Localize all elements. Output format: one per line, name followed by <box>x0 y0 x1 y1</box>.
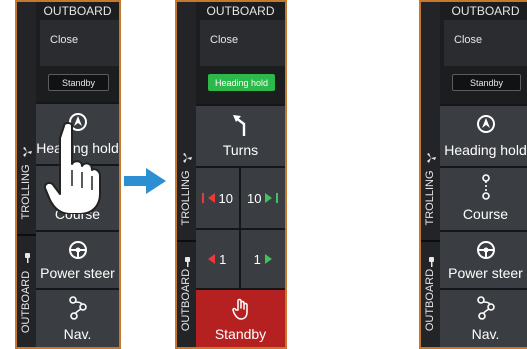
adjust-10-row: 10 10 <box>196 166 285 228</box>
panel-header: OUTBOARD <box>206 4 275 18</box>
panel-content: OUTBOARD Close Standby Heading hold Cour… <box>440 2 527 347</box>
side-rail: TROLLING OUTBOARD <box>421 2 440 347</box>
starboard-arrow-icon <box>264 254 272 264</box>
starboard-10-label: 10 <box>247 190 262 206</box>
nav-route-icon <box>68 296 87 320</box>
power-steer-button[interactable]: Power steer <box>36 230 119 288</box>
rail-label-trolling[interactable]: TROLLING <box>424 170 436 225</box>
rail-label-trolling[interactable]: TROLLING <box>20 164 32 219</box>
nav-button[interactable]: Nav. <box>36 288 119 347</box>
panel-header: OUTBOARD <box>451 4 520 18</box>
panel-header: OUTBOARD <box>43 4 112 18</box>
power-steer-label: Power steer <box>448 265 523 281</box>
power-steer-label: Power steer <box>40 265 115 281</box>
rail-label-trolling[interactable]: TROLLING <box>180 170 192 225</box>
starboard-arrow-icon <box>265 193 273 203</box>
port-10-label: 10 <box>218 190 233 206</box>
side-rail: TROLLING OUTBOARD <box>177 2 196 347</box>
nav-button[interactable]: Nav. <box>440 288 527 347</box>
heading-hold-icon <box>476 115 495 133</box>
port-limit-icon <box>201 193 204 203</box>
close-button[interactable]: Close <box>200 20 285 66</box>
course-label: Course <box>462 206 509 222</box>
nav-route-icon <box>476 296 495 320</box>
touch-hand-icon <box>44 122 101 214</box>
nav-label: Nav. <box>63 326 92 342</box>
heading-hold-label: Heading hold <box>444 142 527 158</box>
starboard-1-button[interactable]: 1 <box>241 230 286 288</box>
nav-label: Nav. <box>471 326 500 342</box>
port-1-button[interactable]: 1 <box>196 230 241 288</box>
rail-label-outboard[interactable]: OUTBOARD <box>20 271 32 333</box>
mode-indicator: Standby <box>452 74 521 91</box>
outboard-motor-icon <box>429 257 434 267</box>
starboard-10-button[interactable]: 10 <box>241 168 286 228</box>
turns-label: Turns <box>222 142 259 158</box>
starboard-1-label: 1 <box>253 251 261 267</box>
close-button[interactable]: Close <box>40 20 119 66</box>
power-steer-button[interactable]: Power steer <box>440 230 527 288</box>
course-button[interactable]: Course <box>440 166 527 230</box>
rail-label-outboard[interactable]: OUTBOARD <box>180 269 192 331</box>
autopilot-panel-standby-reference: TROLLING OUTBOARD OUTBOARD Close Standby… <box>419 0 527 349</box>
mode-indicator: Standby <box>48 74 109 91</box>
standby-label: Standby <box>214 326 267 342</box>
outboard-motor-icon <box>25 253 30 263</box>
rail-label-outboard[interactable]: OUTBOARD <box>424 269 436 331</box>
outboard-motor-icon <box>185 257 190 267</box>
turns-button[interactable]: Turns <box>196 104 285 166</box>
adjust-1-row: 1 1 <box>196 228 285 288</box>
autopilot-panel-heading-hold: TROLLING OUTBOARD OUTBOARD Close Heading… <box>175 0 287 349</box>
hand-stop-icon <box>231 298 248 320</box>
port-1-label: 1 <box>219 251 227 267</box>
rail-divider <box>17 234 36 236</box>
port-arrow-icon <box>207 193 215 203</box>
course-icon <box>481 174 490 200</box>
turn-arrow-icon <box>232 115 245 136</box>
arrow-right-icon <box>124 168 166 194</box>
steering-wheel-icon <box>476 241 495 259</box>
mode-indicator: Heading hold <box>208 74 275 91</box>
port-arrow-icon <box>208 254 216 264</box>
close-button[interactable]: Close <box>444 20 527 66</box>
panel-content: OUTBOARD Close Heading hold Turns 10 10 … <box>196 2 285 347</box>
trolling-propeller-icon <box>23 147 32 157</box>
steering-wheel-icon <box>68 241 87 259</box>
side-rail: TROLLING OUTBOARD <box>17 2 36 347</box>
rail-divider <box>421 240 440 242</box>
trolling-propeller-icon <box>427 153 436 163</box>
starboard-limit-icon <box>276 193 279 203</box>
standby-button[interactable]: Standby <box>196 288 285 347</box>
heading-hold-button[interactable]: Heading hold <box>440 104 527 166</box>
trolling-propeller-icon <box>183 153 192 163</box>
rail-divider <box>177 240 196 242</box>
port-10-button[interactable]: 10 <box>196 168 241 228</box>
